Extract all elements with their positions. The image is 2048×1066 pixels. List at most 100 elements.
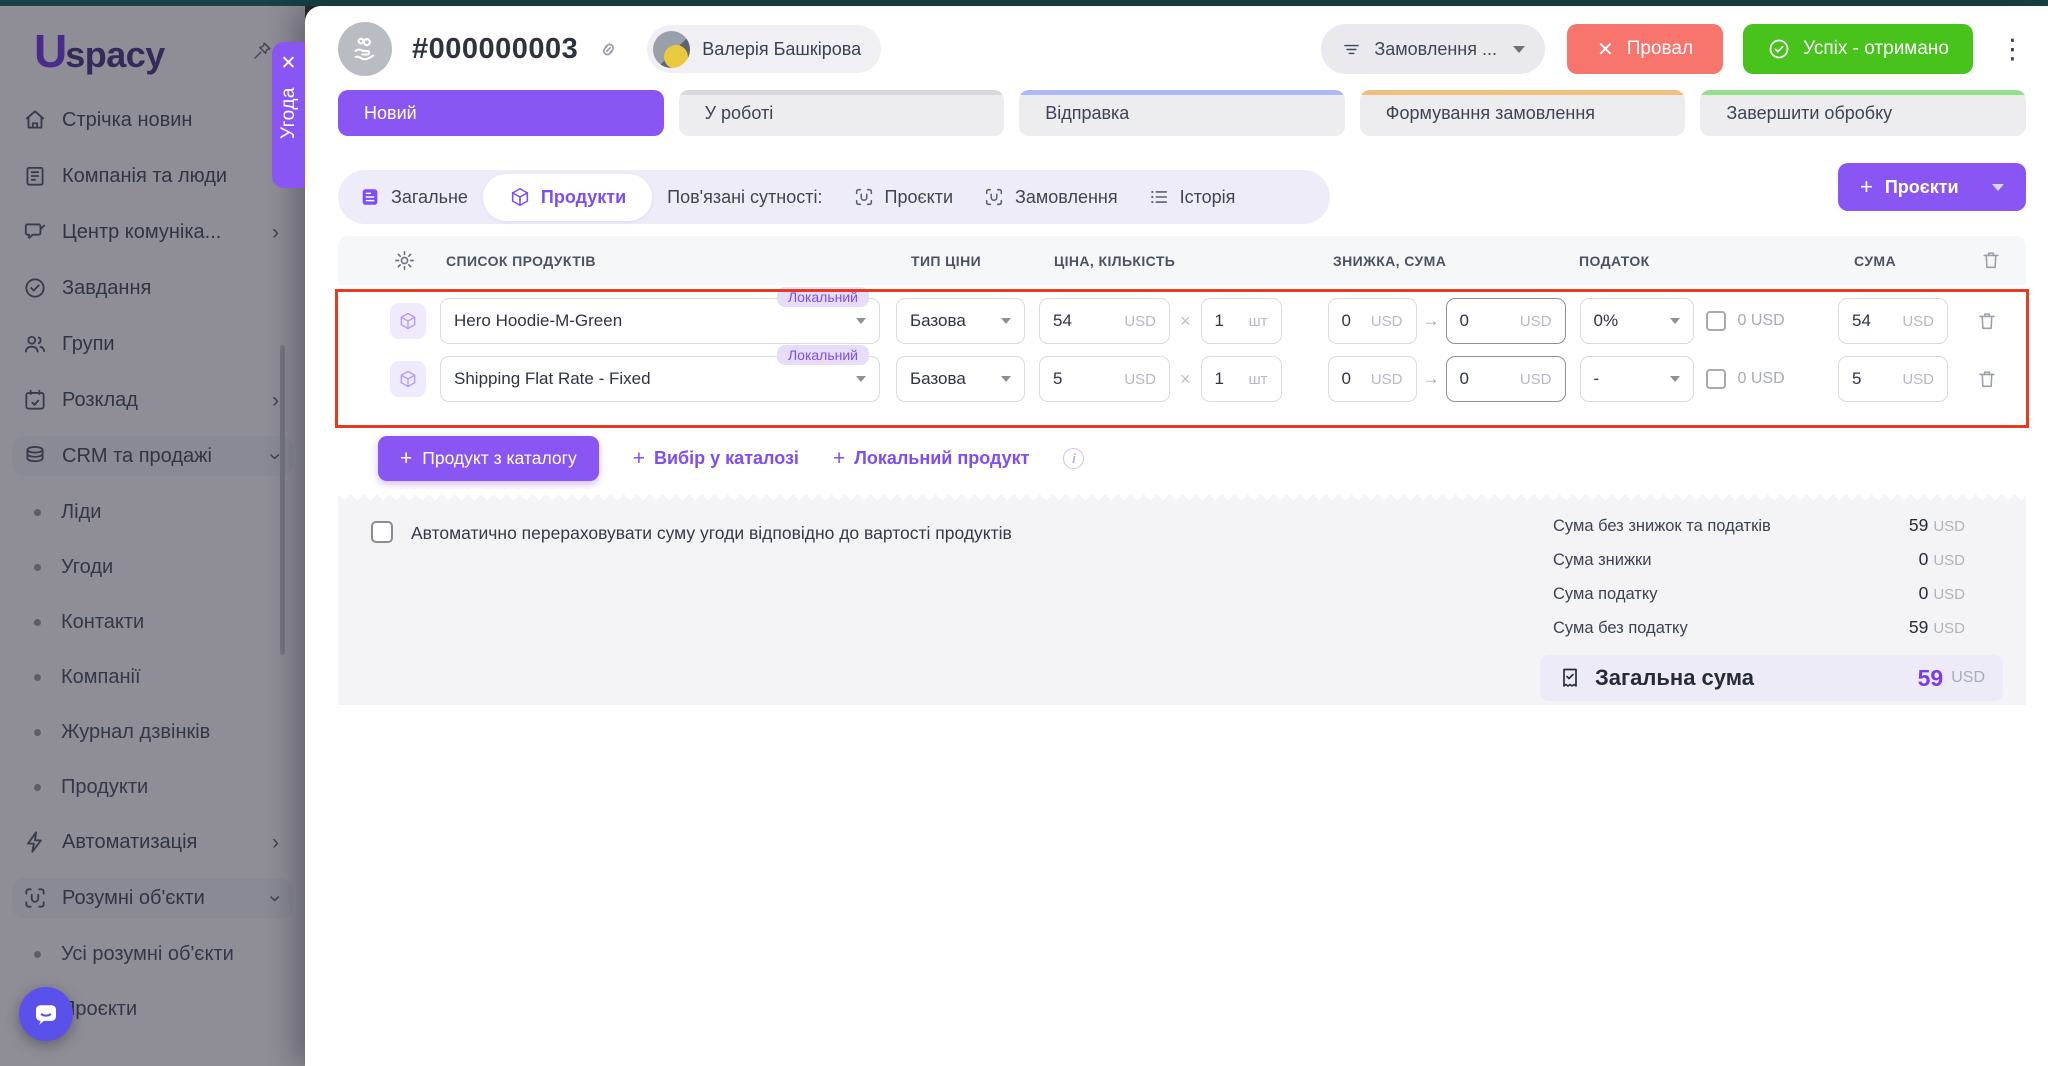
tax-included-checkbox[interactable] <box>1706 369 1726 389</box>
col-price-type: ТИП ЦІНИ <box>911 253 981 269</box>
trash-icon[interactable] <box>1980 249 2002 271</box>
owner-chip[interactable]: Валерія Башкірова <box>647 25 881 73</box>
stage-shipping[interactable]: Відправка <box>1019 90 1345 136</box>
row-sum-input[interactable]: 54 USD <box>1838 298 1948 344</box>
stage-new[interactable]: Новий <box>338 90 664 136</box>
pipeline-select[interactable]: Замовлення ... <box>1321 24 1545 74</box>
sidebar: Uspacy Стрічка новин Компанія та люди › … <box>0 0 305 1066</box>
deal-header: #000000003 Валерія Башкірова Замовлення … <box>338 20 2026 78</box>
stage-finish-processing[interactable]: Завершити обробку <box>1700 90 2026 136</box>
plus-icon: + <box>633 447 645 471</box>
smart-object-icon <box>983 186 1005 208</box>
copy-link-icon[interactable] <box>596 37 621 62</box>
tax-included-checkbox[interactable] <box>1706 311 1726 331</box>
chevron-down-icon <box>1001 318 1011 324</box>
tab-products[interactable]: Продукти <box>483 174 652 221</box>
deal-slideover-panel: ✕ Угода #000000003 Валерія Башкірова Зам… <box>305 6 2048 1066</box>
tab-general[interactable]: Загальне <box>344 170 483 224</box>
discount-percent-input[interactable]: 0 USD <box>1328 298 1417 344</box>
product-cube-icon <box>390 361 426 397</box>
currency-suffix: USD <box>1124 371 1156 388</box>
discount-percent-input[interactable]: 0 USD <box>1328 356 1417 402</box>
receipt-check-icon <box>1558 666 1582 690</box>
arrow-right-icon: → <box>1423 311 1440 331</box>
total-line: Сума без податку 59 USD <box>1553 617 1965 651</box>
totals-section: Автоматично перераховувати суму угоди ві… <box>338 506 2026 705</box>
stage-order-forming[interactable]: Формування замовлення <box>1360 90 1686 136</box>
pick-from-catalog-link[interactable]: + Вибір у каталозі <box>633 447 799 471</box>
unit-suffix: шт <box>1249 313 1268 330</box>
trash-icon[interactable] <box>1976 368 1998 390</box>
fail-button[interactable]: ✕ Провал <box>1567 24 1723 74</box>
totals-list: Сума без знижок та податків 59 USD Сума … <box>1553 515 1965 651</box>
product-name-select[interactable]: Локальний Shipping Flat Rate - Fixed <box>440 356 880 402</box>
product-actions: + Продукт з каталогу + Вибір у каталозі … <box>378 436 1084 481</box>
currency-suffix: USD <box>1902 371 1934 388</box>
filter-icon <box>1341 39 1362 60</box>
product-name-select[interactable]: Локальний Hero Hoodie-M-Green <box>440 298 880 344</box>
tab-orders[interactable]: Замовлення <box>968 170 1133 224</box>
tax-select[interactable]: 0% <box>1580 298 1694 344</box>
owner-avatar <box>653 31 690 68</box>
grand-total-value: 59 <box>1918 665 1944 692</box>
card-list-icon <box>359 186 381 208</box>
products-table-header: СПИСОК ПРОДУКТІВ ТИП ЦІНИ ЦІНА, КІЛЬКІСТ… <box>338 236 2026 285</box>
currency-suffix: USD <box>1371 371 1403 388</box>
tax-amount-label: 0 USD <box>1738 370 1785 388</box>
col-price-qty: ЦІНА, КІЛЬКІСТЬ <box>1054 253 1175 269</box>
currency-suffix: USD <box>1520 313 1552 330</box>
tax-select[interactable]: - <box>1580 356 1694 402</box>
discount-sum-input[interactable]: 0 USD <box>1446 356 1566 402</box>
multiply-icon: × <box>1180 311 1191 332</box>
total-line: Сума знижки 0 USD <box>1553 549 1965 583</box>
quantity-input[interactable]: 1 шт <box>1201 298 1282 344</box>
product-row: Локальний Shipping Flat Rate - Fixed Баз… <box>390 355 1998 403</box>
col-discount: ЗНИЖКА, СУМА <box>1333 253 1446 269</box>
chevron-down-icon <box>1001 376 1011 382</box>
price-input[interactable]: 5 USD <box>1039 356 1170 402</box>
gear-icon[interactable] <box>393 249 416 272</box>
currency-suffix: USD <box>1902 313 1934 330</box>
tab-history[interactable]: Історія <box>1133 170 1251 224</box>
currency-suffix: USD <box>1520 371 1552 388</box>
chevron-down-icon <box>1992 184 2004 191</box>
grand-total-currency: USD <box>1951 669 1985 687</box>
info-icon[interactable]: i <box>1063 448 1084 469</box>
deal-type-avatar <box>338 22 392 76</box>
smart-object-icon <box>853 186 875 208</box>
chat-widget-button[interactable] <box>19 987 73 1041</box>
chat-bubble-icon <box>31 999 61 1029</box>
unit-suffix: шт <box>1249 371 1268 388</box>
col-product-list: СПИСОК ПРОДУКТІВ <box>446 253 596 269</box>
chevron-down-icon <box>856 376 866 382</box>
stage-in-progress[interactable]: У роботі <box>679 90 1005 136</box>
price-type-select[interactable]: Базова <box>896 298 1025 344</box>
price-type-select[interactable]: Базова <box>896 356 1025 402</box>
close-icon[interactable]: ✕ <box>281 54 297 73</box>
product-cube-icon <box>390 303 426 339</box>
add-projects-button[interactable]: + Проєкти <box>1838 163 2026 211</box>
add-local-product-link[interactable]: + Локальний продукт <box>833 447 1030 471</box>
check-circle-icon <box>1767 37 1791 61</box>
chevron-down-icon <box>1513 46 1525 53</box>
modal-dim-overlay[interactable] <box>0 0 305 1066</box>
price-input[interactable]: 54 USD <box>1039 298 1170 344</box>
tab-related-entities[interactable]: Пов'язані сутності: <box>652 170 837 224</box>
row-sum-input[interactable]: 5 USD <box>1838 356 1948 402</box>
tab-projects[interactable]: Проєкти <box>838 170 969 224</box>
quantity-input[interactable]: 1 шт <box>1201 356 1282 402</box>
trash-icon[interactable] <box>1976 310 1998 332</box>
chevron-down-icon <box>856 318 866 324</box>
record-id: #000000003 <box>412 33 578 66</box>
more-menu-icon[interactable]: ⋮ <box>1999 36 2026 63</box>
add-product-from-catalog-button[interactable]: + Продукт з каталогу <box>378 436 599 481</box>
x-icon: ✕ <box>1597 37 1614 62</box>
detail-tabs: Загальне Продукти Пов'язані сутності: Пр… <box>338 170 1330 224</box>
success-button[interactable]: Успіх - отримано <box>1743 24 1973 74</box>
discount-sum-input[interactable]: 0 USD <box>1446 298 1566 344</box>
auto-recalc-checkbox[interactable] <box>371 521 393 543</box>
deal-vertical-tab[interactable]: ✕ Угода <box>272 42 305 188</box>
plus-icon: + <box>1860 174 1873 200</box>
tax-amount-label: 0 USD <box>1738 312 1785 330</box>
plus-icon: + <box>400 447 412 471</box>
